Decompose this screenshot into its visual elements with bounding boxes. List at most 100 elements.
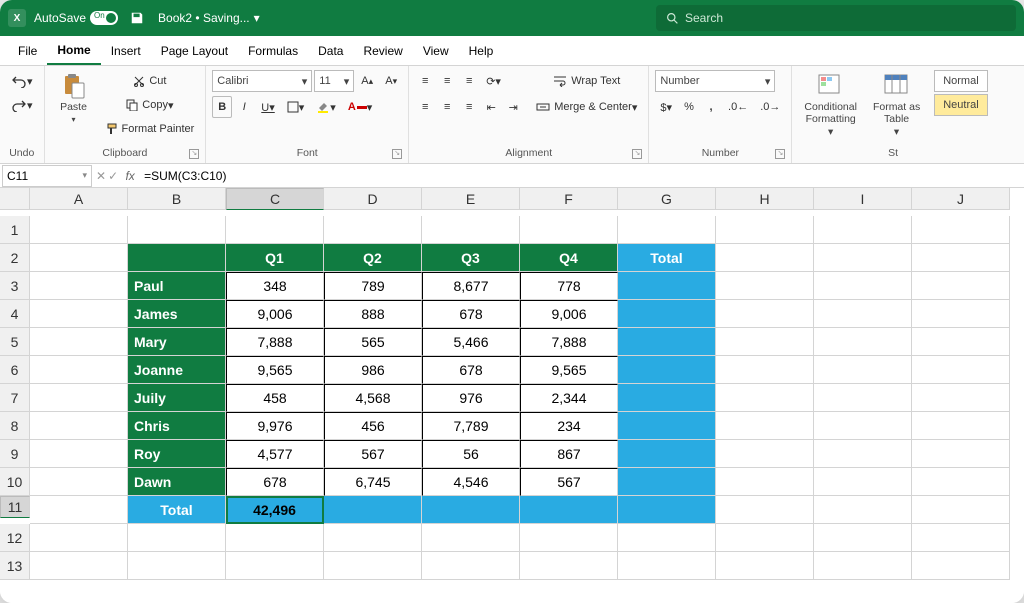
cell-C8[interactable]: 9,976 (226, 412, 324, 440)
col-header-D[interactable]: D (324, 188, 422, 210)
cell-H9[interactable] (716, 440, 814, 468)
cell-E5[interactable]: 5,466 (422, 328, 520, 356)
cell-G9[interactable] (618, 440, 716, 468)
col-header-B[interactable]: B (128, 188, 226, 210)
copy-button[interactable]: Copy▾ (101, 94, 200, 116)
row-header-12[interactable]: 12 (0, 524, 30, 552)
cell-H12[interactable] (716, 524, 814, 552)
cell-F2[interactable]: Q4 (520, 244, 618, 272)
cell-D8[interactable]: 456 (324, 412, 422, 440)
cell-C3[interactable]: 348 (226, 272, 324, 300)
tab-data[interactable]: Data (308, 36, 353, 65)
cell-I10[interactable] (814, 468, 912, 496)
wrap-text-button[interactable]: Wrap Text (531, 70, 642, 92)
cell-D5[interactable]: 565 (324, 328, 422, 356)
row-header-1[interactable]: 1 (0, 216, 30, 244)
cell-C4[interactable]: 9,006 (226, 300, 324, 328)
cell-E13[interactable] (422, 552, 520, 580)
cell-J2[interactable] (912, 244, 1010, 272)
cell-A1[interactable] (30, 216, 128, 244)
row-header-8[interactable]: 8 (0, 412, 30, 440)
cell-B12[interactable] (128, 524, 226, 552)
conditional-formatting-button[interactable]: Conditional Formatting▾ (798, 70, 863, 141)
cell-G8[interactable] (618, 412, 716, 440)
font-name-select[interactable]: Calibri▾ (212, 70, 312, 92)
cell-I13[interactable] (814, 552, 912, 580)
cell-I2[interactable] (814, 244, 912, 272)
cell-E12[interactable] (422, 524, 520, 552)
cell-G2[interactable]: Total (618, 244, 716, 272)
cell-C11[interactable]: 42,496 (226, 496, 324, 524)
col-header-F[interactable]: F (520, 188, 618, 210)
cut-button[interactable]: Cut (101, 70, 200, 92)
cell-G1[interactable] (618, 216, 716, 244)
tab-formulas[interactable]: Formulas (238, 36, 308, 65)
cell-C1[interactable] (226, 216, 324, 244)
format-as-table-button[interactable]: Format as Table▾ (867, 70, 926, 141)
cell-I7[interactable] (814, 384, 912, 412)
tab-page-layout[interactable]: Page Layout (151, 36, 238, 65)
cell-G10[interactable] (618, 468, 716, 496)
cell-J6[interactable] (912, 356, 1010, 384)
enter-formula-icon[interactable]: ✓ (108, 169, 118, 183)
cell-J4[interactable] (912, 300, 1010, 328)
cell-J7[interactable] (912, 384, 1010, 412)
search-box[interactable]: Search (656, 5, 1016, 31)
cell-J8[interactable] (912, 412, 1010, 440)
tab-help[interactable]: Help (459, 36, 504, 65)
percent-format-button[interactable]: % (679, 96, 699, 118)
tab-home[interactable]: Home (47, 36, 100, 65)
cell-F1[interactable] (520, 216, 618, 244)
cell-H10[interactable] (716, 468, 814, 496)
cell-D12[interactable] (324, 524, 422, 552)
align-top-button[interactable]: ≡ (415, 70, 435, 92)
cell-E9[interactable]: 56 (422, 440, 520, 468)
row-header-9[interactable]: 9 (0, 440, 30, 468)
col-header-E[interactable]: E (422, 188, 520, 210)
cell-G12[interactable] (618, 524, 716, 552)
cell-J1[interactable] (912, 216, 1010, 244)
row-header-10[interactable]: 10 (0, 468, 30, 496)
cell-F9[interactable]: 867 (520, 440, 618, 468)
cell-I9[interactable] (814, 440, 912, 468)
cell-B9[interactable]: Roy (128, 440, 226, 468)
clipboard-dialog-launcher[interactable]: ↘ (189, 149, 199, 159)
cell-I12[interactable] (814, 524, 912, 552)
fx-icon[interactable]: fx (120, 169, 140, 183)
cell-F12[interactable] (520, 524, 618, 552)
cell-C10[interactable]: 678 (226, 468, 324, 496)
document-title[interactable]: Book2 • Saving... ▾ (158, 11, 260, 25)
alignment-dialog-launcher[interactable]: ↘ (632, 149, 642, 159)
cell-D4[interactable]: 888 (324, 300, 422, 328)
merge-center-button[interactable]: Merge & Center▾ (531, 96, 642, 118)
cell-J12[interactable] (912, 524, 1010, 552)
cell-F6[interactable]: 9,565 (520, 356, 618, 384)
cell-B2[interactable] (128, 244, 226, 272)
cell-I3[interactable] (814, 272, 912, 300)
cell-A13[interactable] (30, 552, 128, 580)
cell-F8[interactable]: 234 (520, 412, 618, 440)
cell-I1[interactable] (814, 216, 912, 244)
comma-format-button[interactable]: , (701, 96, 721, 118)
autosave-toggle[interactable]: On (90, 11, 118, 25)
cell-J5[interactable] (912, 328, 1010, 356)
cell-A12[interactable] (30, 524, 128, 552)
cell-J10[interactable] (912, 468, 1010, 496)
tab-review[interactable]: Review (353, 36, 412, 65)
row-header-7[interactable]: 7 (0, 384, 30, 412)
row-header-6[interactable]: 6 (0, 356, 30, 384)
cell-F10[interactable]: 567 (520, 468, 618, 496)
cell-A6[interactable] (30, 356, 128, 384)
cell-E6[interactable]: 678 (422, 356, 520, 384)
cell-H11[interactable] (716, 496, 814, 524)
cell-D2[interactable]: Q2 (324, 244, 422, 272)
cell-G11[interactable] (618, 496, 716, 524)
cell-C6[interactable]: 9,565 (226, 356, 324, 384)
cell-H4[interactable] (716, 300, 814, 328)
align-right-button[interactable]: ≡ (459, 96, 479, 118)
col-header-H[interactable]: H (716, 188, 814, 210)
autosave-control[interactable]: AutoSave On (34, 11, 118, 25)
cell-G4[interactable] (618, 300, 716, 328)
cell-D10[interactable]: 6,745 (324, 468, 422, 496)
cell-C12[interactable] (226, 524, 324, 552)
